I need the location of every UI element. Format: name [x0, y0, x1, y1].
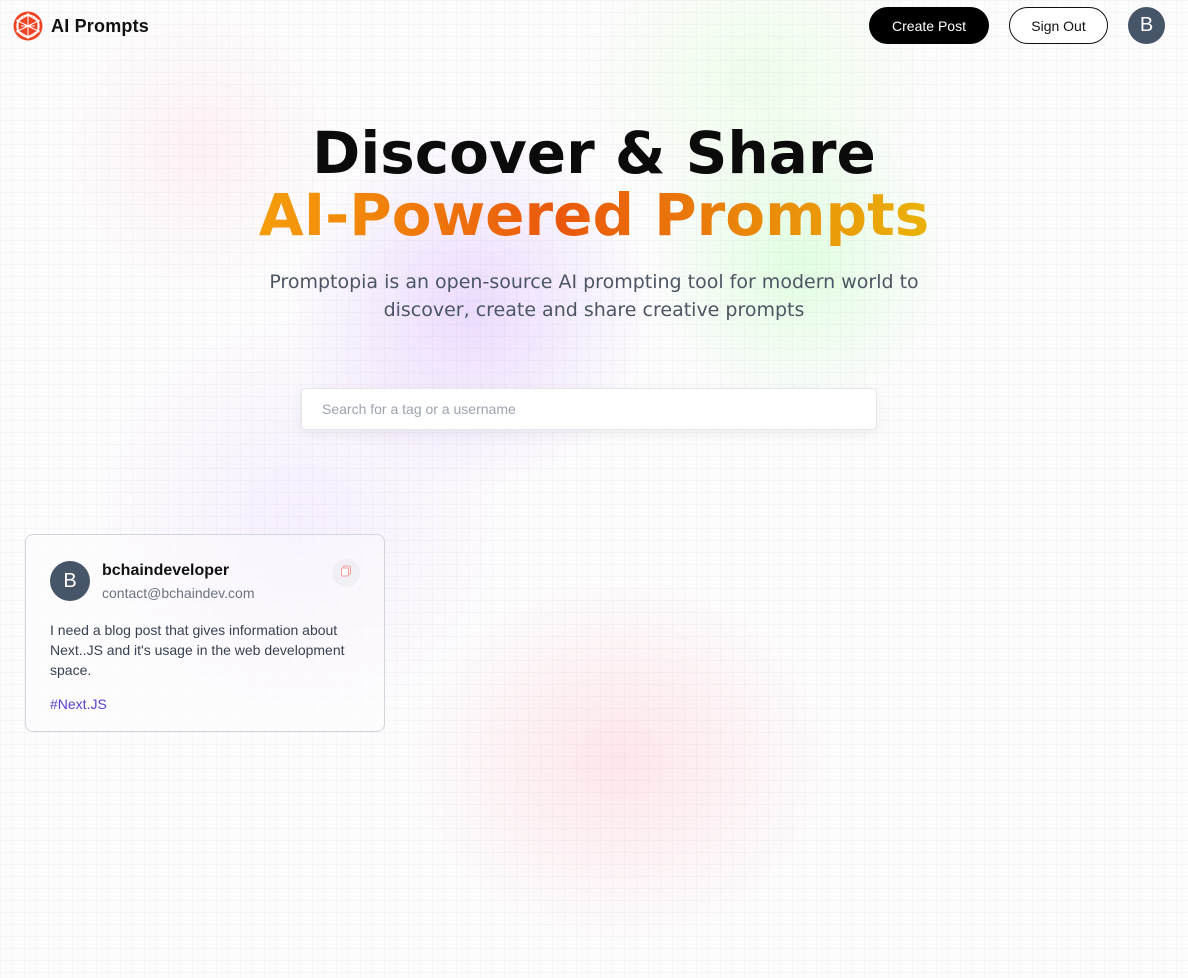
hero-description: Promptopia is an open-source AI promptin… [269, 271, 919, 321]
hero-section: Discover & Share AI-Powered Prompts [0, 122, 1188, 246]
search-input[interactable] [301, 388, 877, 430]
top-navbar: AI Prompts Create Post Sign Out B [0, 0, 1188, 52]
globe-network-icon[interactable] [12, 10, 44, 42]
card-tag[interactable]: #Next.JS [50, 696, 107, 712]
card-email: contact@bchaindev.com [102, 585, 255, 601]
brand-name[interactable]: AI Prompts [51, 16, 149, 36]
sign-out-button[interactable]: Sign Out [1009, 7, 1108, 44]
card-avatar[interactable]: B [50, 561, 90, 601]
copy-icon [340, 564, 352, 582]
hero-title: Discover & Share [312, 119, 876, 187]
search-form [301, 388, 877, 430]
user-avatar[interactable]: B [1128, 7, 1165, 44]
hero-title-gradient: AI-Powered Prompts [258, 181, 930, 249]
copy-button[interactable] [332, 559, 360, 587]
create-post-button[interactable]: Create Post [869, 7, 989, 44]
card-prompt-text: I need a blog post that gives informatio… [50, 622, 345, 678]
prompt-card: B bchaindeveloper contact@bchaindev.com … [25, 534, 385, 732]
card-username[interactable]: bchaindeveloper [102, 562, 229, 580]
